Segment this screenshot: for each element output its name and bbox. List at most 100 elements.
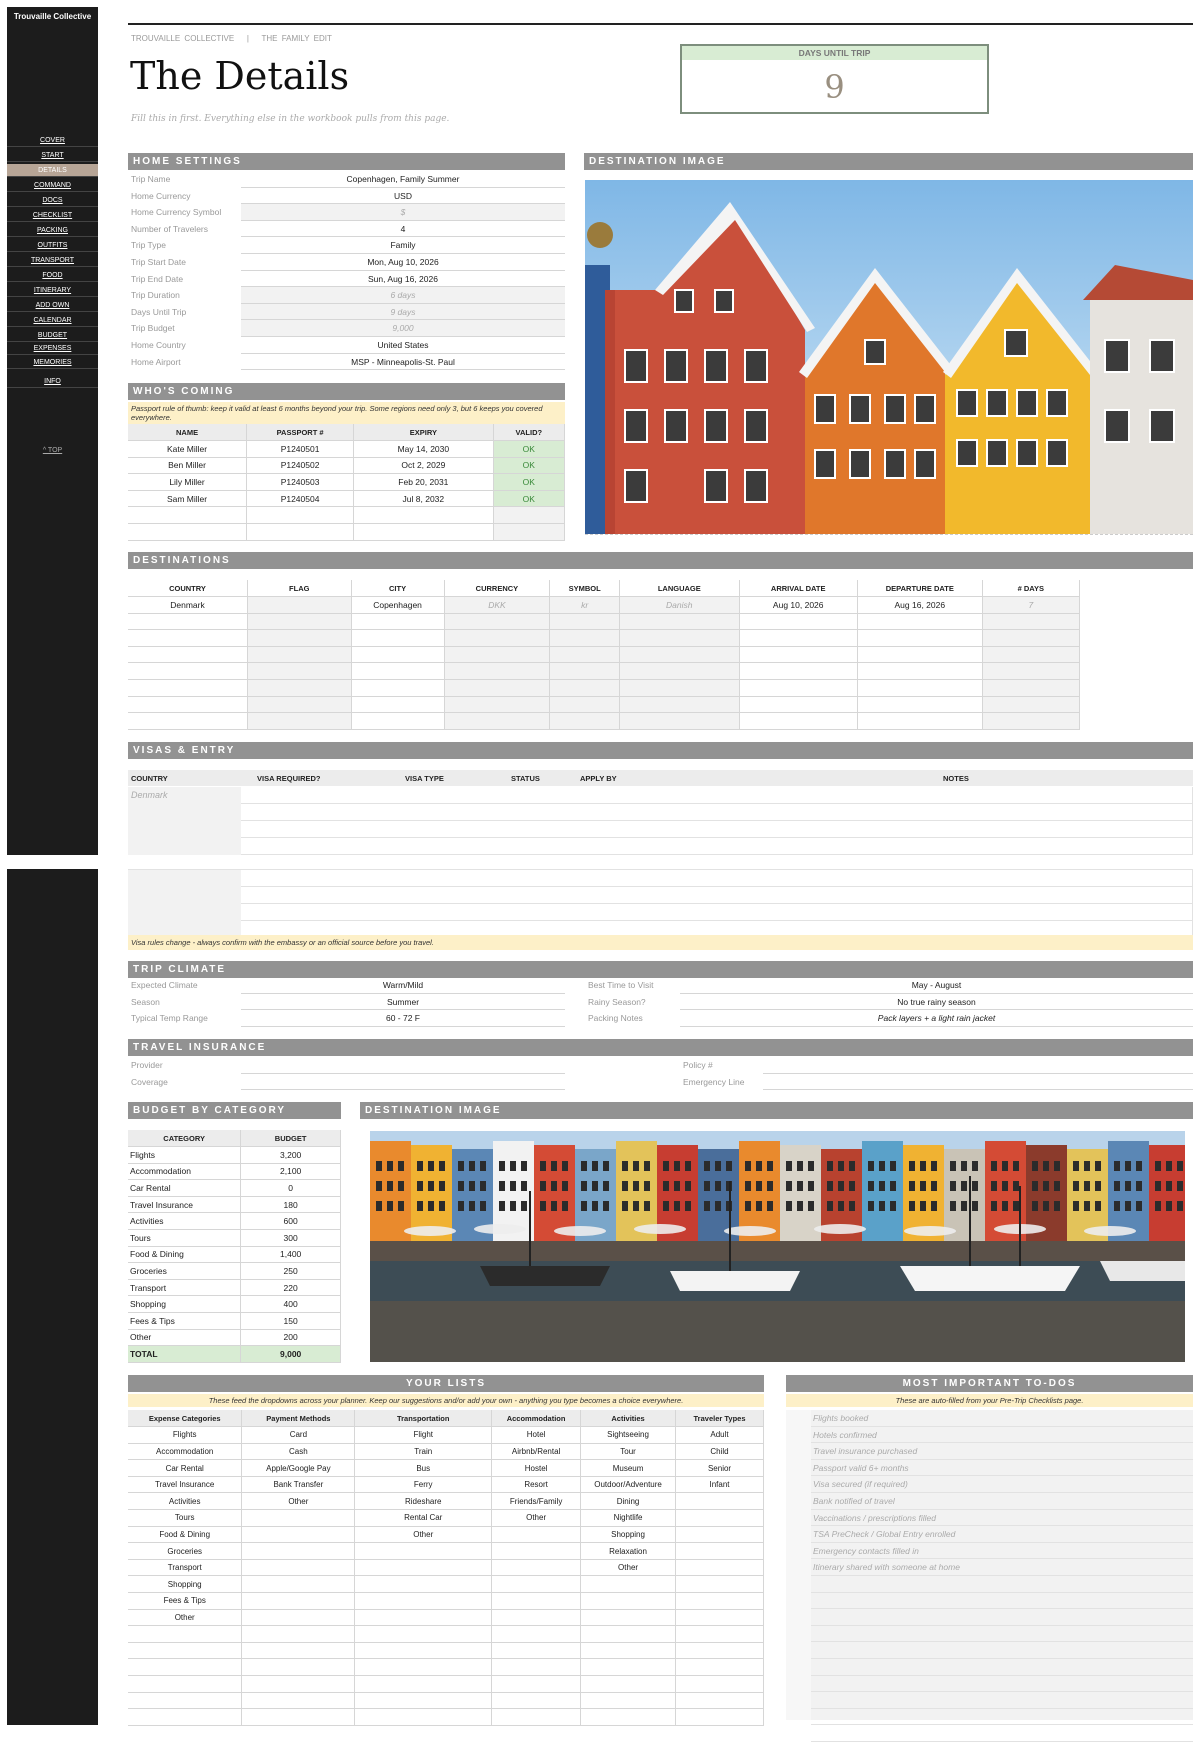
destination-cell[interactable]: [128, 662, 248, 681]
list-cell[interactable]: Other: [580, 1559, 677, 1577]
list-cell[interactable]: [491, 1708, 582, 1726]
climate-value[interactable]: May - August: [680, 977, 1193, 994]
climate-value[interactable]: Summer: [241, 994, 565, 1011]
destination-cell[interactable]: [247, 696, 352, 714]
list-cell[interactable]: [241, 1675, 356, 1693]
nav-transport[interactable]: TRANSPORT: [7, 254, 98, 267]
traveler-cell[interactable]: P1240503: [246, 473, 355, 491]
list-cell[interactable]: [675, 1575, 764, 1594]
home-value[interactable]: USD: [241, 188, 565, 205]
list-cell[interactable]: [128, 1658, 243, 1676]
list-cell[interactable]: Airbnb/Rental: [491, 1443, 582, 1461]
destination-cell[interactable]: [247, 712, 352, 730]
list-cell[interactable]: Other: [491, 1509, 582, 1527]
nav-back-to-top[interactable]: ^ TOP: [7, 444, 98, 457]
list-cell[interactable]: [241, 1708, 356, 1726]
list-cell[interactable]: Other: [128, 1609, 243, 1627]
budget-amount[interactable]: 220: [240, 1279, 341, 1297]
list-cell[interactable]: [580, 1692, 677, 1710]
list-cell[interactable]: Accommodation: [128, 1443, 243, 1461]
breadcrumb-edition[interactable]: THE FAMILY EDIT: [262, 34, 332, 43]
list-cell[interactable]: Groceries: [128, 1542, 243, 1560]
list-cell[interactable]: Activities: [128, 1492, 243, 1511]
list-cell[interactable]: [241, 1526, 356, 1544]
destination-cell[interactable]: [739, 712, 858, 730]
traveler-cell[interactable]: [353, 506, 494, 525]
list-cell[interactable]: [675, 1542, 764, 1560]
list-cell[interactable]: Outdoor/Adventure: [580, 1476, 677, 1494]
list-cell[interactable]: [491, 1526, 582, 1544]
list-cell[interactable]: [580, 1609, 677, 1627]
destination-cell[interactable]: [128, 629, 248, 647]
list-cell[interactable]: Card: [241, 1426, 356, 1444]
nav-command[interactable]: COMMAND: [7, 179, 98, 192]
climate-value[interactable]: Warm/Mild: [241, 977, 565, 994]
traveler-cell[interactable]: [246, 506, 355, 525]
list-cell[interactable]: [491, 1625, 582, 1643]
destination-cell[interactable]: [128, 712, 248, 730]
list-cell[interactable]: [580, 1625, 677, 1643]
destination-cell[interactable]: [739, 662, 858, 681]
destination-cell[interactable]: [128, 646, 248, 664]
list-cell[interactable]: [241, 1609, 356, 1627]
list-cell[interactable]: [241, 1658, 356, 1676]
list-cell[interactable]: Shopping: [580, 1526, 677, 1544]
budget-amount[interactable]: 0: [240, 1179, 341, 1197]
nav-start[interactable]: START: [7, 149, 98, 162]
budget-amount[interactable]: 180: [240, 1196, 341, 1214]
list-cell[interactable]: [675, 1492, 764, 1511]
visa-row[interactable]: [128, 804, 1193, 821]
list-cell[interactable]: [241, 1542, 356, 1560]
budget-amount[interactable]: 400: [240, 1295, 341, 1314]
nav-checklist[interactable]: CHECKLIST: [7, 209, 98, 222]
budget-amount[interactable]: 600: [240, 1212, 341, 1231]
list-cell[interactable]: [241, 1509, 356, 1527]
list-cell[interactable]: Friends/Family: [491, 1492, 582, 1511]
list-cell[interactable]: [580, 1592, 677, 1610]
visa-row[interactable]: [128, 887, 1193, 904]
home-value[interactable]: MSP - Minneapolis-St. Paul: [241, 354, 565, 371]
list-cell[interactable]: Hotel: [491, 1426, 582, 1444]
list-cell[interactable]: Other: [354, 1526, 493, 1544]
destination-cell[interactable]: [247, 646, 352, 664]
destination-cell[interactable]: [128, 613, 248, 631]
traveler-cell[interactable]: Feb 20, 2031: [353, 473, 494, 491]
list-cell[interactable]: Travel Insurance: [128, 1476, 243, 1494]
destination-cell[interactable]: [739, 679, 858, 697]
list-cell[interactable]: Fees & Tips: [128, 1592, 243, 1610]
list-cell[interactable]: Car Rental: [128, 1459, 243, 1477]
destination-cell[interactable]: [351, 629, 445, 647]
home-value[interactable]: United States: [241, 337, 565, 354]
destination-cell[interactable]: [128, 679, 248, 697]
list-cell[interactable]: [241, 1592, 356, 1610]
list-cell[interactable]: [128, 1692, 243, 1710]
list-cell[interactable]: [128, 1675, 243, 1693]
traveler-cell[interactable]: [353, 523, 494, 541]
list-cell[interactable]: [491, 1642, 582, 1660]
list-cell[interactable]: Child: [675, 1443, 764, 1461]
list-cell[interactable]: [241, 1625, 356, 1643]
breadcrumb-brand[interactable]: TROUVAILLE COLLECTIVE: [131, 34, 234, 43]
home-value[interactable]: 4: [241, 221, 565, 238]
list-cell[interactable]: [354, 1609, 493, 1627]
nav-details[interactable]: DETAILS: [7, 164, 98, 177]
destination-cell[interactable]: [247, 662, 352, 681]
list-cell[interactable]: [241, 1692, 356, 1710]
traveler-cell[interactable]: May 14, 2030: [353, 440, 494, 458]
destination-cell[interactable]: [857, 646, 983, 664]
list-cell[interactable]: [491, 1559, 582, 1577]
list-cell[interactable]: Senior: [675, 1459, 764, 1477]
list-cell[interactable]: Flights: [128, 1426, 243, 1444]
nav-memories[interactable]: MEMORIES: [7, 356, 98, 369]
list-cell[interactable]: Hostel: [491, 1459, 582, 1477]
list-cell[interactable]: Adult: [675, 1426, 764, 1444]
visa-row[interactable]: [128, 821, 1193, 838]
nav-info[interactable]: INFO: [7, 375, 98, 388]
list-cell[interactable]: [241, 1559, 356, 1577]
list-cell[interactable]: [354, 1559, 493, 1577]
destination-cell[interactable]: [351, 613, 445, 631]
traveler-cell[interactable]: [128, 523, 248, 541]
list-cell[interactable]: Tour: [580, 1443, 677, 1461]
traveler-cell[interactable]: Jul 8, 2032: [353, 490, 494, 508]
list-cell[interactable]: [675, 1592, 764, 1610]
